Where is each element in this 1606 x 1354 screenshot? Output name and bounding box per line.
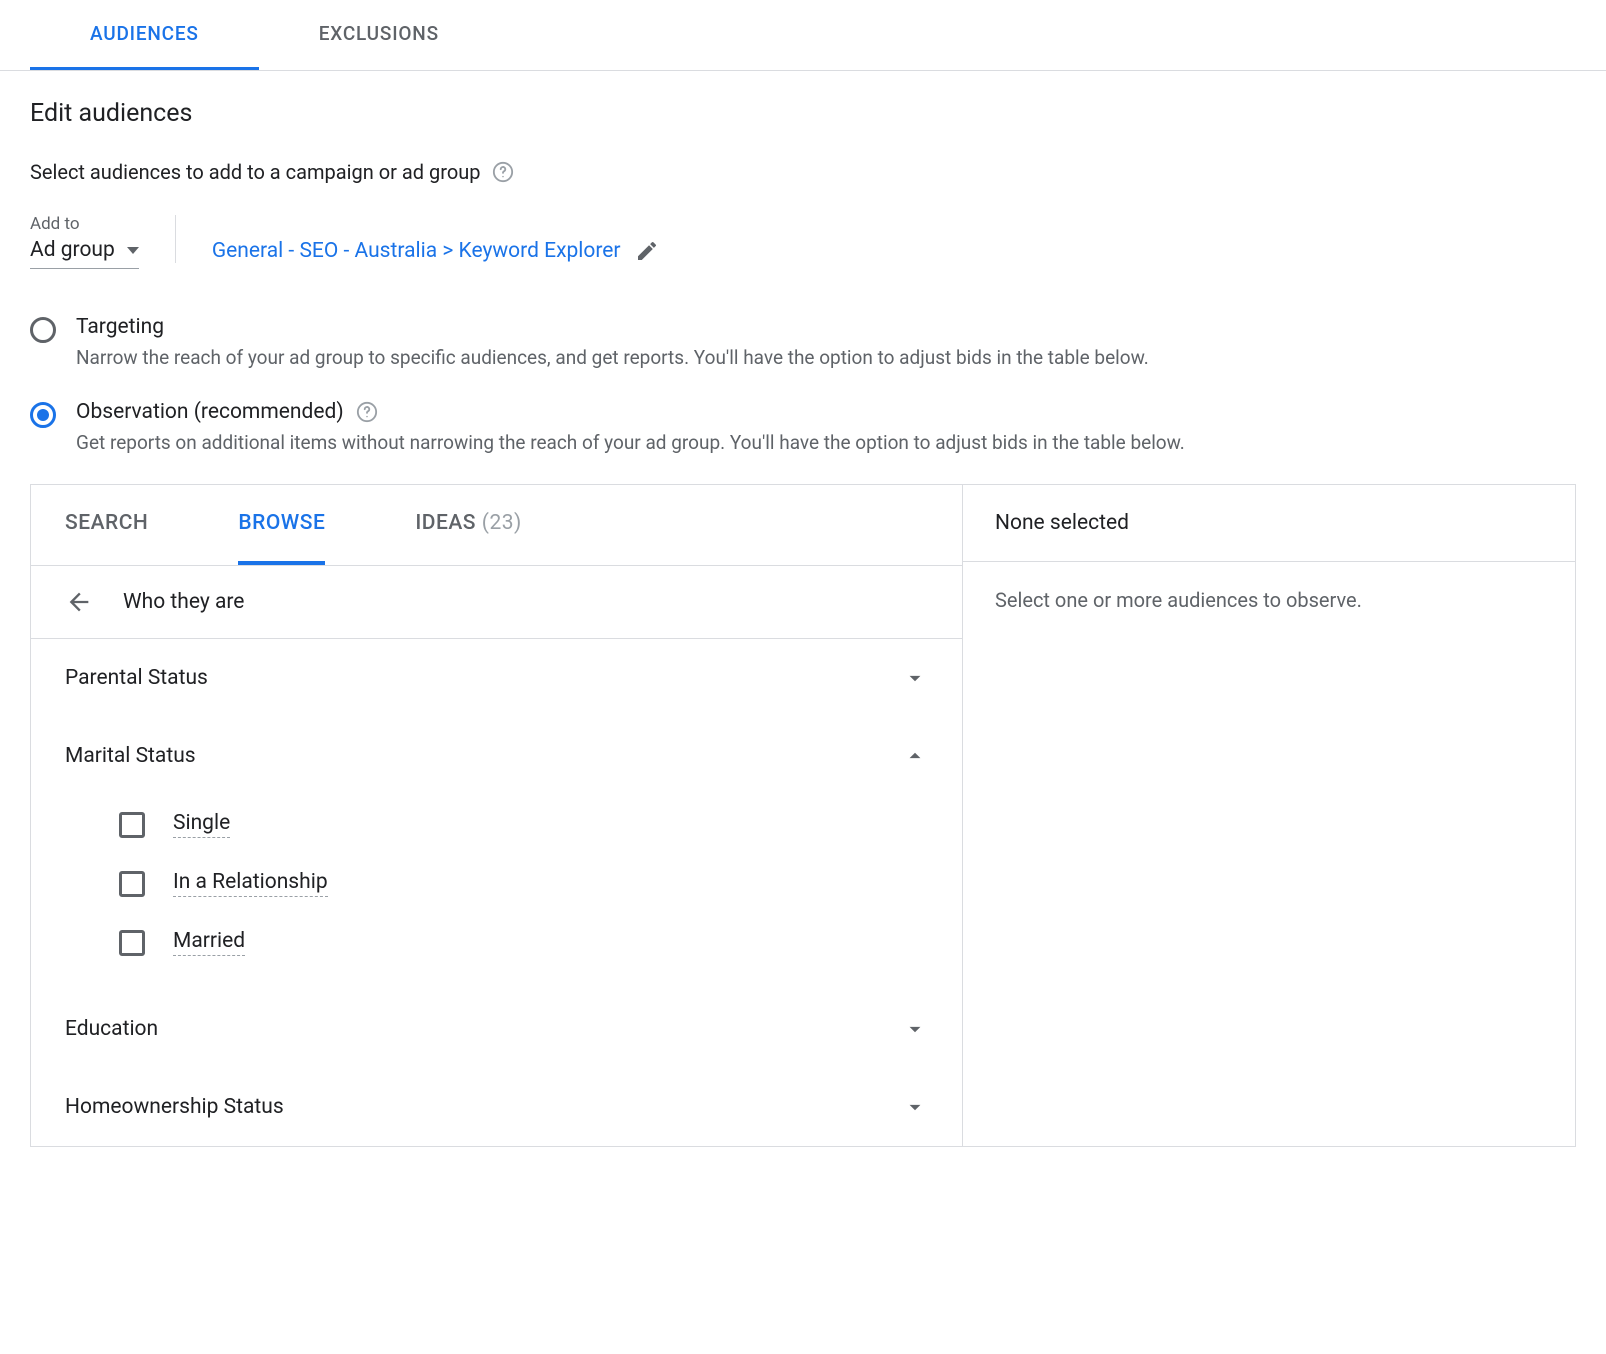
help-icon[interactable]	[356, 401, 378, 423]
category-label: Education	[65, 1017, 158, 1041]
tab-search[interactable]: SEARCH	[65, 485, 148, 565]
radio-targeting[interactable]	[30, 317, 56, 343]
category-parental-status[interactable]: Parental Status	[31, 639, 962, 717]
inner-tabs: SEARCH BROWSE IDEAS (23)	[31, 485, 962, 566]
checkbox[interactable]	[119, 930, 145, 956]
checkbox[interactable]	[119, 871, 145, 897]
add-to-value: Ad group	[30, 238, 115, 262]
category-label: Marital Status	[65, 744, 196, 768]
selected-header: None selected	[963, 485, 1575, 562]
category-marital-status[interactable]: Marital Status	[31, 717, 962, 795]
checkbox[interactable]	[119, 812, 145, 838]
tab-browse[interactable]: BROWSE	[238, 485, 325, 565]
top-tabs: AUDIENCES EXCLUSIONS	[0, 0, 1606, 71]
chevron-down-icon	[902, 1016, 928, 1042]
chevron-down-icon	[902, 1094, 928, 1120]
tab-ideas-count: (23)	[482, 511, 522, 535]
chevron-down-icon	[127, 247, 139, 254]
tab-audiences[interactable]: AUDIENCES	[30, 0, 259, 70]
help-icon[interactable]	[492, 161, 514, 183]
option-label: Single	[173, 811, 230, 838]
chevron-up-icon	[902, 743, 928, 769]
breadcrumb-link[interactable]: General - SEO - Australia > Keyword Expl…	[212, 239, 621, 263]
category-label: Homeownership Status	[65, 1095, 284, 1119]
radio-observation[interactable]	[30, 402, 56, 428]
option-married[interactable]: Married	[119, 913, 928, 972]
back-arrow-icon[interactable]	[65, 588, 93, 616]
option-relationship[interactable]: In a Relationship	[119, 854, 928, 913]
selected-hint: Select one or more audiences to observe.	[963, 562, 1575, 638]
option-single[interactable]: Single	[119, 795, 928, 854]
category-homeownership[interactable]: Homeownership Status	[31, 1068, 962, 1146]
page-subtitle: Select audiences to add to a campaign or…	[30, 160, 480, 184]
category-education[interactable]: Education	[31, 990, 962, 1068]
option-label: Married	[173, 929, 245, 956]
add-to-label: Add to	[30, 214, 139, 234]
divider	[175, 215, 176, 263]
option-label: In a Relationship	[173, 870, 328, 897]
category-header: Who they are	[123, 590, 244, 614]
tab-ideas-label: IDEAS	[415, 511, 476, 535]
tab-ideas[interactable]: IDEAS (23)	[415, 485, 522, 565]
radio-targeting-title: Targeting	[76, 315, 1576, 339]
tab-exclusions[interactable]: EXCLUSIONS	[259, 0, 499, 70]
radio-observation-title: Observation (recommended)	[76, 400, 344, 424]
add-to-dropdown[interactable]: Ad group	[30, 238, 139, 262]
category-label: Parental Status	[65, 666, 208, 690]
radio-targeting-desc: Narrow the reach of your ad group to spe…	[76, 345, 1576, 372]
pencil-icon[interactable]	[635, 239, 659, 263]
page-title: Edit audiences	[30, 99, 1576, 128]
chevron-down-icon	[902, 665, 928, 691]
radio-observation-desc: Get reports on additional items without …	[76, 430, 1576, 457]
